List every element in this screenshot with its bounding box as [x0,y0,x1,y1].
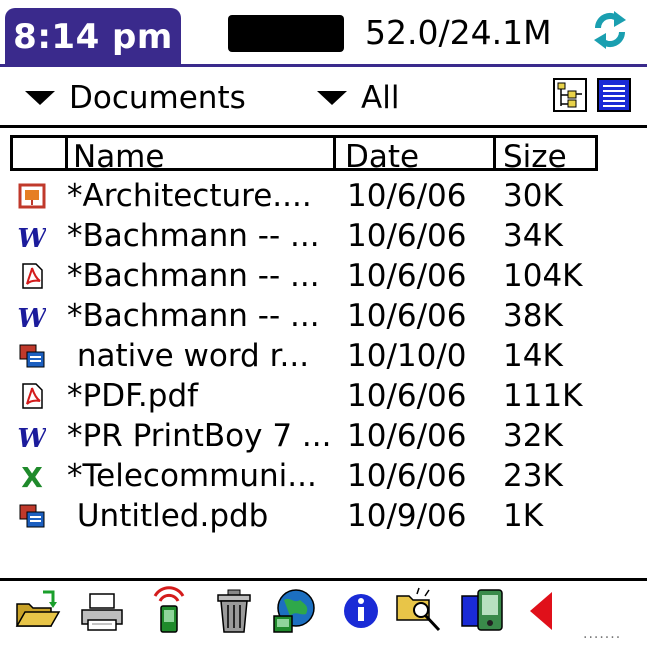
table-row[interactable]: *Architecture.... 10/6/06 30K [0,176,647,216]
back-arrow-icon[interactable] [522,586,570,636]
file-name: *Telecommuni... [67,458,317,494]
file-date: 10/6/06 [347,458,467,494]
file-name: *Bachmann -- ... [67,298,320,334]
file-size: 14K [503,338,563,374]
svg-text:W: W [18,424,46,450]
memory-indicator: 52.0/24.1M [365,13,552,52]
beam-icon[interactable] [145,586,193,636]
svg-text:W: W [18,224,46,250]
type-label: All [361,80,400,116]
info-icon[interactable] [337,586,385,636]
dropdown-arrow-icon [317,91,347,105]
svg-text:W: W [18,304,46,330]
category-label: Documents [69,80,246,116]
redacted-area [228,15,344,52]
file-name: *Bachmann -- ... [67,258,320,294]
printer-icon[interactable] [78,586,126,636]
clock[interactable]: 8:14 pm [5,8,181,66]
table-row[interactable]: W *PR PrintBoy 7 ... 10/6/06 32K [0,416,647,456]
file-size: 1K [503,498,544,534]
list-view-icon[interactable] [597,78,631,112]
dropdown-arrow-icon [25,91,55,105]
database-icon [19,344,45,368]
column-separator [65,138,68,168]
table-row[interactable]: X *Telecommuni... 10/6/06 23K [0,456,647,496]
table-row[interactable]: *PDF.pdf 10/6/06 111K [0,376,647,416]
table-row[interactable]: W *Bachmann -- ... 10/6/06 38K [0,296,647,336]
open-folder-icon[interactable] [13,586,61,636]
table-row[interactable]: W *Bachmann -- ... 10/6/06 34K [0,216,647,256]
table-row[interactable]: *Bachmann -- ... 10/6/06 104K [0,256,647,296]
word-icon: W [18,304,46,330]
file-name: *PDF.pdf [67,378,199,414]
file-name: Untitled.pdb [67,498,269,534]
file-size: 32K [503,418,563,454]
file-date: 10/10/0 [347,338,467,374]
excel-icon: X [21,462,43,490]
word-icon: W [18,424,46,450]
title-bar: 8:14 pm 52.0/24.1M [0,0,647,67]
word-icon: W [18,224,46,250]
file-date: 10/6/06 [347,378,467,414]
database-icon [19,504,45,528]
column-header-name[interactable]: Name [73,138,164,175]
file-date: 10/6/06 [347,258,467,294]
resize-handle[interactable]: ....... [583,626,621,642]
file-size: 23K [503,458,563,494]
table-row[interactable]: Untitled.pdb 10/9/06 1K [0,496,647,536]
file-size: 30K [503,178,563,214]
column-header-size[interactable]: Size [503,138,567,175]
powerpoint-icon [18,183,46,209]
web-icon[interactable] [270,586,318,636]
file-date: 10/6/06 [347,178,467,214]
file-date: 10/6/06 [347,218,467,254]
sync-icon[interactable] [588,8,632,52]
divider [0,125,647,128]
file-name: *Bachmann -- ... [67,218,320,254]
table-header: Name Date Size [10,135,598,175]
column-separator [493,138,496,168]
trash-icon[interactable] [210,586,258,636]
find-folder-icon[interactable] [395,586,443,636]
pdf-icon [22,383,43,409]
category-dropdown[interactable]: Documents [25,80,246,116]
pdf-icon [22,263,43,289]
device-copy-icon[interactable] [458,586,506,636]
file-date: 10/6/06 [347,418,467,454]
file-name: native word r... [67,338,310,374]
svg-text:X: X [21,462,43,490]
file-name: *Architecture.... [67,178,312,214]
file-date: 10/9/06 [347,498,467,534]
tree-view-icon[interactable] [553,78,587,112]
column-separator [333,138,336,168]
title-rule [0,64,647,67]
file-name: *PR PrintBoy 7 ... [67,418,332,454]
type-dropdown[interactable]: All [317,80,399,116]
file-date: 10/6/06 [347,298,467,334]
file-size: 111K [503,378,583,414]
file-size: 34K [503,218,563,254]
toolbar-divider [0,578,647,581]
file-size: 104K [503,258,583,294]
file-size: 38K [503,298,563,334]
table-row[interactable]: native word r... 10/10/0 14K [0,336,647,376]
column-header-date[interactable]: Date [345,138,419,175]
